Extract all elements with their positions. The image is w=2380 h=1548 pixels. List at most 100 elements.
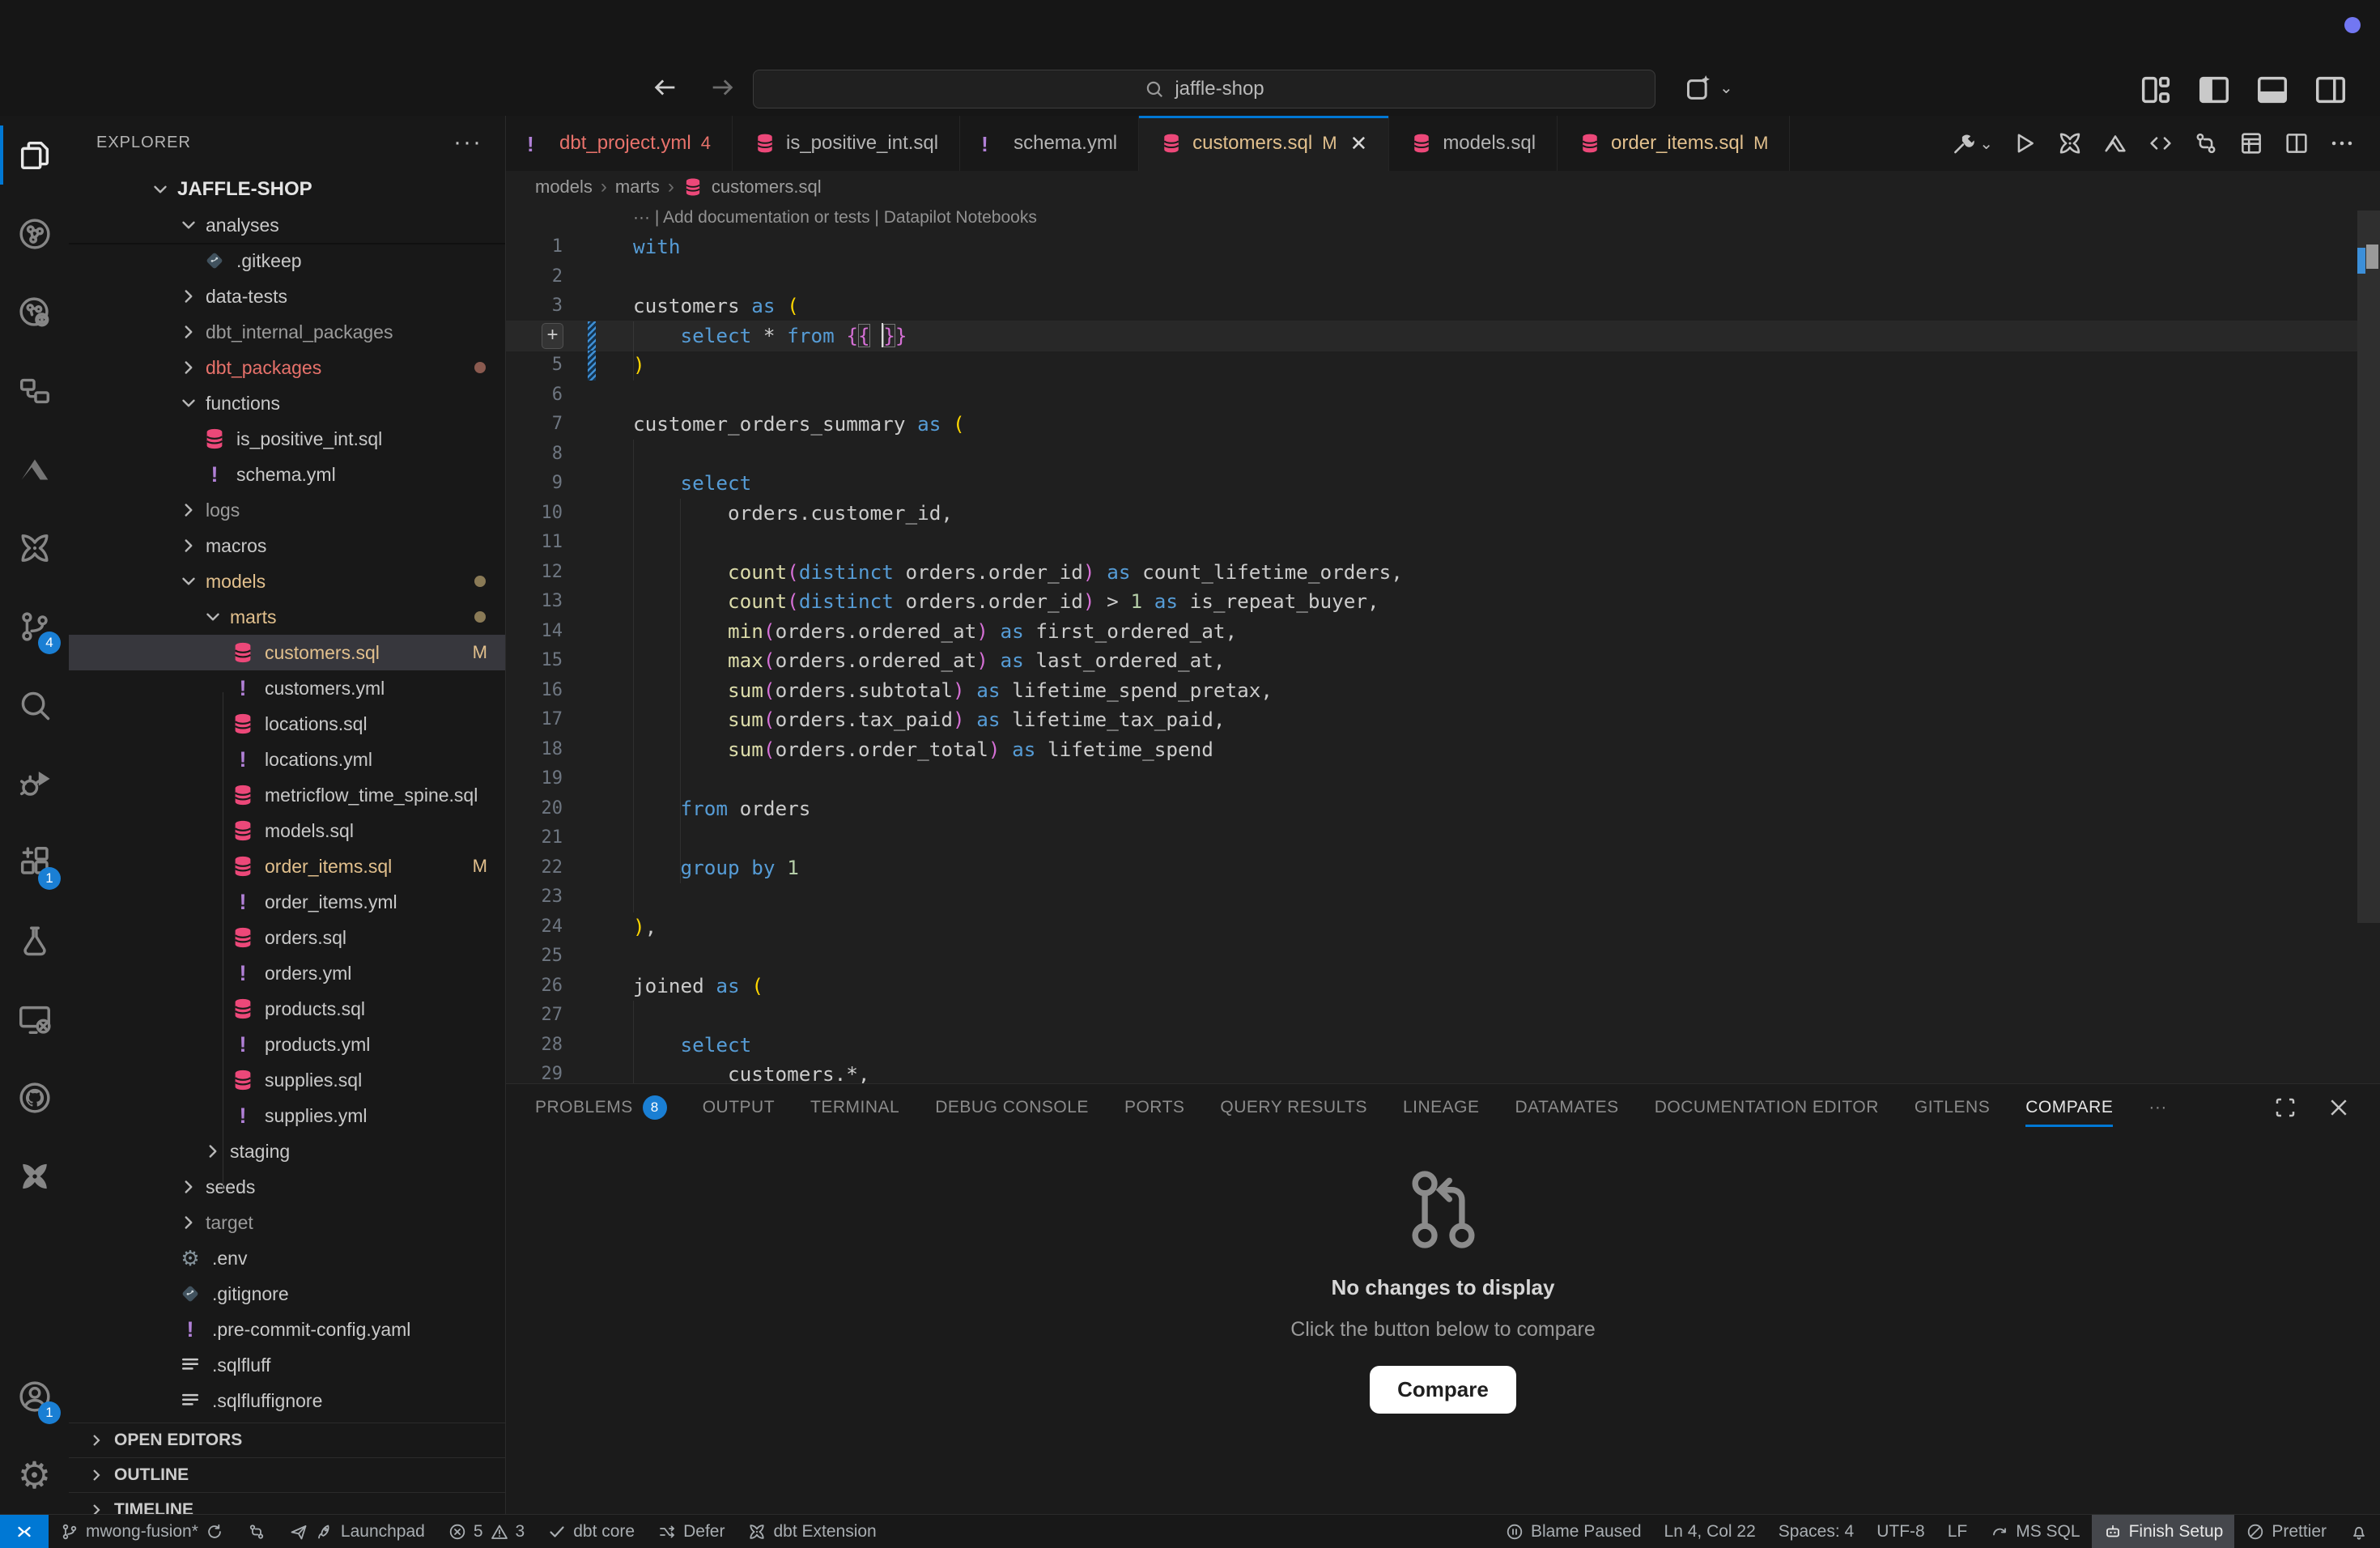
status-item-prettier[interactable]: Prettier (2234, 1515, 2338, 1548)
toggle-sidebar-icon[interactable] (2195, 71, 2233, 108)
status-item-language-mode[interactable]: MS SQL (1978, 1515, 2091, 1548)
code-line[interactable]: 17 sum(orders.tax_paid) as lifetime_tax_… (506, 705, 2357, 735)
tree-item[interactable]: dbt_internal_packages (69, 314, 505, 350)
tree-item[interactable]: marts (69, 599, 505, 635)
code-line[interactable]: 20 from orders (506, 794, 2357, 824)
breadcrumb-item[interactable]: models (535, 176, 593, 198)
activity-item-search[interactable] (0, 666, 69, 744)
status-item-compare-changes[interactable] (236, 1515, 278, 1548)
editor-tab[interactable]: customers.sqlM✕ (1139, 116, 1389, 171)
code-line[interactable]: 23 (506, 882, 2357, 912)
editor-scrollbar[interactable] (2357, 211, 2380, 1083)
editor-tab[interactable]: models.sql (1389, 116, 1558, 171)
tree-item[interactable]: .sqlfluffignore (69, 1383, 505, 1418)
tree-item[interactable]: macros (69, 528, 505, 563)
code-editor[interactable]: 1with23customers as (4 select * from {{ … (506, 232, 2357, 1083)
code-line[interactable]: 3customers as ( (506, 291, 2357, 321)
open-editors-section[interactable]: OPEN EDITORS (69, 1423, 505, 1457)
query-results-icon[interactable] (2238, 130, 2265, 157)
tree-item[interactable]: logs (69, 492, 505, 528)
editor-tab[interactable]: !dbt_project.yml4 (506, 116, 733, 171)
status-item-blame[interactable]: Blame Paused (1494, 1515, 1653, 1548)
status-item-encoding[interactable]: UTF-8 (1865, 1515, 1936, 1548)
more-actions-icon[interactable]: ··· (453, 129, 482, 156)
status-item-cursor-position[interactable]: Ln 4, Col 22 (1653, 1515, 1767, 1548)
panel-tab-gitlens[interactable]: GITLENS (1915, 1084, 1990, 1130)
tree-item[interactable]: locations.sql (69, 706, 505, 742)
close-icon[interactable]: ✕ (1350, 131, 1368, 156)
outline-section[interactable]: OUTLINE (69, 1457, 505, 1492)
tree-item[interactable]: !orders.yml (69, 955, 505, 991)
tree-item[interactable]: !order_items.yml (69, 884, 505, 920)
run-query-icon[interactable] (2011, 130, 2038, 157)
activity-item-explorer[interactable] (0, 116, 69, 194)
code-line[interactable]: 29 customers.*, (506, 1060, 2357, 1083)
activity-item-dbt-filled[interactable] (0, 1137, 69, 1215)
code-line[interactable]: 25 (506, 942, 2357, 972)
activity-item-testing[interactable] (0, 901, 69, 980)
tree-item[interactable]: models (69, 563, 505, 599)
editor-tab[interactable]: !schema.yml (960, 116, 1139, 171)
git-compare-icon[interactable] (2192, 130, 2220, 157)
tree-item[interactable]: dbt_packages (69, 350, 505, 385)
compare-button[interactable]: Compare (1370, 1366, 1516, 1414)
tree-root-jaffle-shop[interactable]: JAFFLE-SHOP (69, 172, 505, 207)
code-line[interactable]: 21 (506, 823, 2357, 853)
code-line[interactable]: 10 orders.customer_id, (506, 499, 2357, 529)
tree-item[interactable]: target (69, 1205, 505, 1240)
code-line[interactable]: 16 sum(orders.subtotal) as lifetime_spen… (506, 676, 2357, 706)
status-item-indentation[interactable]: Spaces: 4 (1767, 1515, 1865, 1548)
panel-tab-lineage[interactable]: LINEAGE (1403, 1084, 1480, 1130)
code-line[interactable]: 12 count(distinct orders.order_id) as co… (506, 558, 2357, 588)
activity-item-symbols-flow[interactable] (0, 351, 69, 430)
status-item-launchpad[interactable]: Launchpad (278, 1515, 436, 1548)
status-item-remote[interactable] (0, 1515, 49, 1548)
activity-item-github[interactable] (0, 1058, 69, 1137)
tree-item[interactable]: analyses (69, 207, 505, 243)
tree-item[interactable]: data-tests (69, 279, 505, 314)
tree-item[interactable]: functions (69, 385, 505, 421)
tree-item[interactable]: staging (69, 1133, 505, 1169)
breadcrumb-item[interactable]: customers.sql (712, 176, 822, 198)
tree-item[interactable]: !locations.yml (69, 742, 505, 777)
status-item-dbt-extension[interactable]: dbt Extension (736, 1515, 887, 1548)
tree-item[interactable]: is_positive_int.sql (69, 421, 505, 457)
activity-item-accounts[interactable]: 1 (0, 1357, 69, 1435)
status-item-branch[interactable]: mwong-fusion* (49, 1515, 236, 1548)
activity-item-settings[interactable]: ⚙ (0, 1435, 69, 1514)
panel-tab-datamates[interactable]: DATAMATES (1515, 1084, 1619, 1130)
panel-tab-query-results[interactable]: QUERY RESULTS (1220, 1084, 1367, 1130)
tree-item[interactable]: !customers.yml (69, 670, 505, 706)
tree-item[interactable]: !schema.yml (69, 457, 505, 492)
status-item-problems[interactable]: 53 (436, 1515, 536, 1548)
tree-item[interactable]: models.sql (69, 813, 505, 848)
toggle-panel-icon[interactable] (2254, 71, 2291, 108)
copilot-menu[interactable]: ⌄ (1682, 71, 1733, 104)
forward-arrow-icon[interactable] (704, 70, 740, 105)
tree-item[interactable]: order_items.sqlM (69, 848, 505, 884)
tree-item[interactable]: products.sql (69, 991, 505, 1027)
code-line[interactable]: 4 select * from {{ }}+ (506, 321, 2357, 351)
tree-item[interactable]: supplies.sql (69, 1062, 505, 1098)
code-preview-icon[interactable] (2147, 130, 2174, 157)
code-line[interactable]: 27 (506, 1001, 2357, 1031)
tree-item[interactable]: metricflow_time_spine.sql (69, 777, 505, 813)
code-line[interactable]: 1with (506, 232, 2357, 262)
panel-tab-ports[interactable]: PORTS (1124, 1084, 1184, 1130)
command-center-search[interactable]: jaffle-shop (753, 70, 1655, 108)
activity-item-dbt-outline[interactable] (0, 508, 69, 587)
code-line[interactable]: 15 max(orders.ordered_at) as last_ordere… (506, 646, 2357, 676)
add-line-button[interactable]: + (542, 323, 563, 349)
back-arrow-icon[interactable] (648, 70, 683, 105)
status-item-finish-setup[interactable]: Finish Setup (2092, 1515, 2235, 1548)
more-actions-icon[interactable] (2328, 130, 2356, 157)
activity-item-altimate[interactable] (0, 430, 69, 508)
close-panel-icon[interactable] (2327, 1095, 2351, 1120)
code-line[interactable]: 18 sum(orders.order_total) as lifetime_s… (506, 735, 2357, 765)
activity-item-extensions[interactable]: 1 (0, 823, 69, 901)
toggle-secondary-sidebar-icon[interactable] (2312, 71, 2349, 108)
activity-item-remote-explorer[interactable] (0, 980, 69, 1058)
panel-tab-documentation-editor[interactable]: DOCUMENTATION EDITOR (1655, 1084, 1879, 1130)
altimate-a-icon[interactable] (2102, 130, 2129, 157)
build-hammer-icon[interactable]: ⌄ (1950, 130, 1993, 157)
